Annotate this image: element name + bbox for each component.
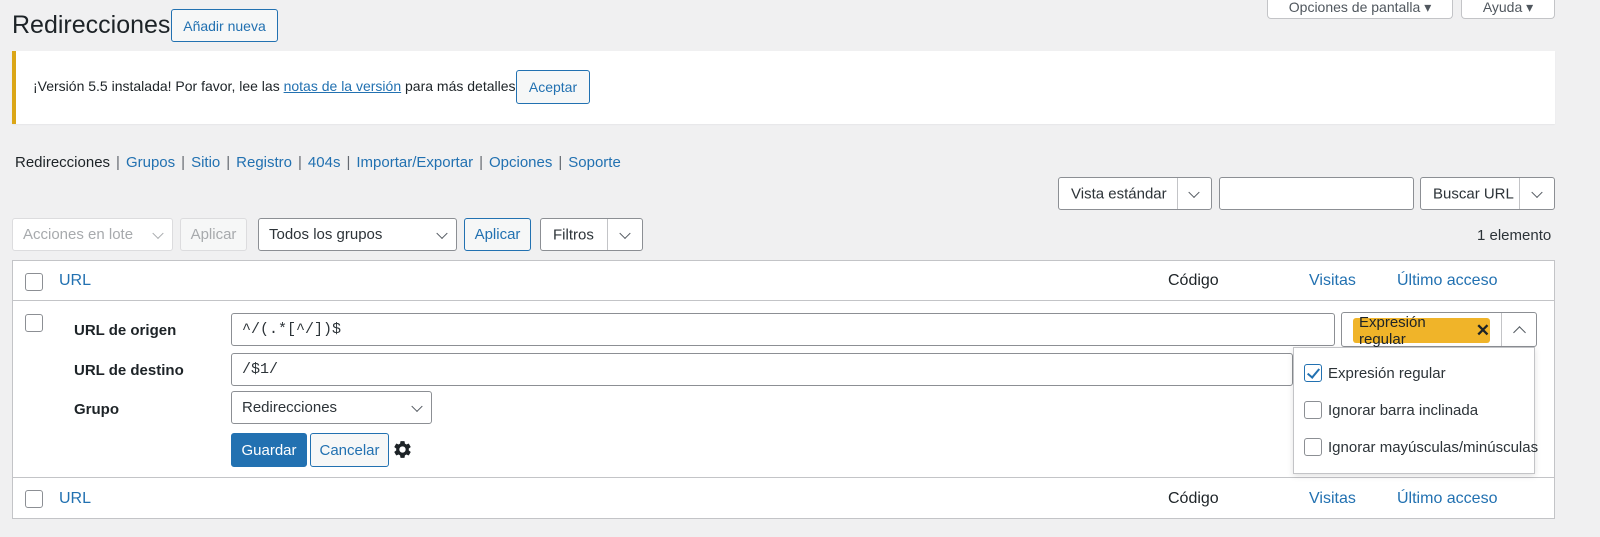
column-visitas[interactable]: Visitas bbox=[1309, 272, 1356, 290]
group-label: Grupo bbox=[74, 401, 119, 418]
apply-filter-button[interactable]: Aplicar bbox=[464, 218, 531, 251]
subnav-sitio[interactable]: Sitio bbox=[191, 154, 220, 171]
remove-tag-icon[interactable]: ✕ bbox=[1476, 321, 1490, 341]
column-url[interactable]: URL bbox=[59, 272, 91, 290]
subnav-grupos[interactable]: Grupos bbox=[126, 154, 175, 171]
subnav-redirecciones[interactable]: Redirecciones bbox=[15, 154, 110, 171]
chevron-down-icon bbox=[1531, 186, 1543, 198]
notice-message: ¡Versión 5.5 instalada! Por favor, lee l… bbox=[33, 78, 519, 94]
subnav-opciones[interactable]: Opciones bbox=[489, 154, 552, 171]
chevron-up-icon bbox=[1513, 326, 1526, 339]
search-url-button[interactable]: Buscar URL bbox=[1420, 177, 1555, 210]
help-tab[interactable]: Ayuda ▾ bbox=[1461, 0, 1555, 19]
chevron-down-icon bbox=[436, 227, 448, 239]
source-url-input[interactable]: ^/(.*[^/])$ bbox=[231, 313, 1335, 346]
notice-text-after: para más detalles. bbox=[401, 78, 520, 94]
subnav: Redirecciones | Grupos | Sitio | Registro | … bbox=[15, 154, 621, 171]
source-url-label: URL de origen bbox=[74, 322, 177, 339]
row-divider bbox=[13, 477, 1554, 478]
accept-button[interactable]: Aceptar bbox=[516, 70, 590, 104]
chevron-down-icon bbox=[411, 400, 423, 412]
notice-text-before: ¡Versión 5.5 instalada! Por favor, lee l… bbox=[33, 78, 284, 94]
bulk-actions-label: Acciones en lote bbox=[23, 226, 134, 243]
view-select-label: Vista estándar bbox=[1071, 185, 1167, 202]
group-filter-label: Todos los grupos bbox=[269, 226, 383, 243]
flag-option-label: Expresión regular bbox=[1328, 364, 1446, 382]
subnav-importar-exportar[interactable]: Importar/Exportar bbox=[356, 154, 473, 171]
item-count: 1 elemento bbox=[1477, 227, 1552, 244]
ignore-case-checkbox[interactable] bbox=[1304, 438, 1322, 456]
chevron-down-icon bbox=[1188, 186, 1200, 198]
filters-label: Filtros bbox=[553, 226, 594, 243]
ignore-slash-checkbox[interactable] bbox=[1304, 401, 1322, 419]
header-divider bbox=[13, 300, 1554, 301]
footer-column-codigo: Código bbox=[1168, 490, 1219, 507]
flag-tag-label: Expresión regular bbox=[1359, 313, 1426, 348]
update-notice: ¡Versión 5.5 instalada! Por favor, lee l… bbox=[12, 51, 1555, 124]
flags-dropdown: Expresión regular Ignorar barra inclinad… bbox=[1293, 347, 1538, 474]
view-select[interactable]: Vista estándar bbox=[1058, 177, 1212, 210]
flag-option-regex[interactable]: Expresión regular bbox=[1304, 364, 1446, 382]
footer-column-ultimo-acceso[interactable]: Último acceso bbox=[1397, 490, 1497, 508]
screen-options-tab[interactable]: Opciones de pantalla ▾ bbox=[1267, 0, 1453, 19]
bulk-apply-button[interactable]: Aplicar bbox=[180, 218, 247, 251]
flag-option-label: Ignorar barra inclinada bbox=[1328, 401, 1479, 419]
regex-checkbox[interactable] bbox=[1304, 364, 1322, 382]
row-checkbox[interactable] bbox=[25, 314, 43, 332]
group-filter-select[interactable]: Todos los grupos bbox=[258, 218, 457, 251]
flags-select[interactable]: Expresión regular ✕ bbox=[1341, 312, 1537, 348]
filters-button[interactable]: Filtros bbox=[540, 218, 643, 251]
cancel-button[interactable]: Cancelar bbox=[310, 433, 389, 467]
chevron-down-icon bbox=[152, 227, 164, 239]
select-all-footer-checkbox[interactable] bbox=[25, 490, 43, 508]
flag-tag-regex: Expresión regular ✕ bbox=[1353, 314, 1490, 348]
flag-option-label: Ignorar mayúsculas/minúsculas bbox=[1328, 438, 1539, 456]
chevron-down-icon bbox=[619, 227, 631, 239]
save-button[interactable]: Guardar bbox=[231, 433, 307, 467]
subnav-404s[interactable]: 404s bbox=[308, 154, 341, 171]
subnav-soporte[interactable]: Soporte bbox=[568, 154, 621, 171]
column-codigo: Código bbox=[1168, 272, 1219, 289]
select-all-checkbox[interactable] bbox=[25, 273, 43, 291]
search-input[interactable] bbox=[1219, 177, 1414, 210]
group-select-label: Redirecciones bbox=[242, 399, 338, 416]
target-url-input[interactable]: /$1/ bbox=[231, 353, 1293, 386]
footer-column-visitas[interactable]: Visitas bbox=[1309, 490, 1356, 508]
search-button-label: Buscar URL bbox=[1433, 185, 1514, 202]
release-notes-link[interactable]: notas de la versión bbox=[284, 78, 402, 94]
flag-option-ignore-case[interactable]: Ignorar mayúsculas/minúsculas bbox=[1304, 438, 1538, 456]
group-select[interactable]: Redirecciones bbox=[231, 391, 432, 424]
flag-option-ignore-slash[interactable]: Ignorar barra inclinada bbox=[1304, 401, 1478, 419]
column-ultimo-acceso[interactable]: Último acceso bbox=[1397, 272, 1497, 290]
bulk-actions-select[interactable]: Acciones en lote bbox=[12, 218, 173, 251]
footer-column-url[interactable]: URL bbox=[59, 490, 91, 508]
gear-icon[interactable] bbox=[392, 439, 413, 460]
page-title: Redirecciones bbox=[12, 11, 171, 39]
subnav-registro[interactable]: Registro bbox=[236, 154, 292, 171]
add-new-button[interactable]: Añadir nueva bbox=[171, 9, 278, 42]
target-url-label: URL de destino bbox=[74, 362, 184, 379]
